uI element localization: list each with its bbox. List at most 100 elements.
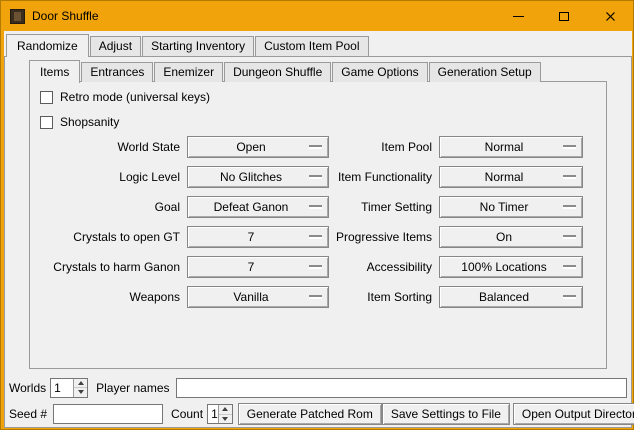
tab-generation-setup[interactable]: Generation Setup bbox=[429, 62, 541, 82]
logic-level-dropdown[interactable]: No Glitches bbox=[187, 166, 329, 188]
shopsanity-checkbox[interactable]: Shopsanity bbox=[40, 115, 119, 129]
tab-randomize[interactable]: Randomize bbox=[6, 34, 89, 57]
seed-row: Seed # Count 1 Generate Patched Rom Save… bbox=[9, 403, 628, 425]
option-row: Logic Level No Glitches Item Functionali… bbox=[30, 162, 606, 192]
progressive-items-dropdown[interactable]: On bbox=[439, 226, 583, 248]
dropdown-indicator-icon bbox=[563, 235, 576, 239]
worlds-row: Worlds 1 Player names bbox=[9, 377, 628, 398]
dropdown-indicator-icon bbox=[309, 205, 322, 209]
seed-label: Seed # bbox=[9, 407, 47, 421]
dropdown-indicator-icon bbox=[563, 265, 576, 269]
logic-level-label: Logic Level bbox=[30, 170, 180, 184]
goal-label: Goal bbox=[30, 200, 180, 214]
player-names-label: Player names bbox=[96, 381, 169, 395]
world-state-label: World State bbox=[30, 140, 180, 154]
app-icon bbox=[10, 9, 25, 24]
outer-tab-bar: Randomize Adjust Starting Inventory Cust… bbox=[6, 34, 370, 56]
world-state-dropdown[interactable]: Open bbox=[187, 136, 329, 158]
item-pool-dropdown[interactable]: Normal bbox=[439, 136, 583, 158]
options-grid: World State Open Item Pool Normal Logic … bbox=[30, 132, 606, 312]
player-names-input[interactable] bbox=[176, 378, 628, 398]
item-functionality-dropdown[interactable]: Normal bbox=[439, 166, 583, 188]
spin-up-button[interactable] bbox=[74, 379, 87, 388]
tab-dungeon-shuffle[interactable]: Dungeon Shuffle bbox=[224, 62, 331, 82]
item-sorting-value: Balanced bbox=[479, 290, 543, 304]
tab-starting-inventory[interactable]: Starting Inventory bbox=[142, 36, 254, 56]
window-title: Door Shuffle bbox=[32, 9, 99, 23]
maximize-icon bbox=[559, 12, 569, 21]
count-spinbox[interactable]: 1 bbox=[207, 404, 233, 424]
shopsanity-label: Shopsanity bbox=[60, 115, 119, 129]
randomize-pane: Items Entrances Enemizer Dungeon Shuffle… bbox=[4, 56, 632, 428]
progressive-items-value: On bbox=[496, 230, 526, 244]
goal-dropdown[interactable]: Defeat Ganon bbox=[187, 196, 329, 218]
timer-setting-label: Timer Setting bbox=[329, 200, 432, 214]
goal-value: Defeat Ganon bbox=[214, 200, 303, 214]
dropdown-indicator-icon bbox=[563, 205, 576, 209]
close-button[interactable] bbox=[587, 1, 633, 31]
option-row: World State Open Item Pool Normal bbox=[30, 132, 606, 162]
timer-setting-dropdown[interactable]: No Timer bbox=[439, 196, 583, 218]
logic-level-value: No Glitches bbox=[220, 170, 296, 184]
weapons-dropdown[interactable]: Vanilla bbox=[187, 286, 329, 308]
tab-items[interactable]: Items bbox=[29, 60, 80, 83]
option-row: Crystals to harm Ganon 7 Accessibility 1… bbox=[30, 252, 606, 282]
crystals-harm-ganon-label: Crystals to harm Ganon bbox=[30, 260, 180, 274]
weapons-value: Vanilla bbox=[233, 290, 282, 304]
checkbox-box bbox=[40, 116, 53, 129]
seed-input[interactable] bbox=[53, 404, 163, 424]
weapons-label: Weapons bbox=[30, 290, 180, 304]
dropdown-indicator-icon bbox=[309, 235, 322, 239]
dropdown-indicator-icon bbox=[563, 295, 576, 299]
app-window: Door Shuffle Randomize Adjust Starting I… bbox=[0, 0, 634, 430]
arrow-up-icon bbox=[78, 381, 84, 385]
crystals-open-gt-dropdown[interactable]: 7 bbox=[187, 226, 329, 248]
item-functionality-value: Normal bbox=[485, 170, 538, 184]
retro-mode-label: Retro mode (universal keys) bbox=[60, 90, 210, 104]
crystals-harm-ganon-value: 7 bbox=[248, 260, 269, 274]
dropdown-indicator-icon bbox=[563, 175, 576, 179]
tab-adjust[interactable]: Adjust bbox=[90, 36, 141, 56]
spin-down-button[interactable] bbox=[74, 387, 87, 397]
item-sorting-dropdown[interactable]: Balanced bbox=[439, 286, 583, 308]
option-row: Weapons Vanilla Item Sorting Balanced bbox=[30, 282, 606, 312]
tab-custom-item-pool[interactable]: Custom Item Pool bbox=[255, 36, 368, 56]
crystals-open-gt-value: 7 bbox=[248, 230, 269, 244]
spinner-buttons bbox=[218, 405, 232, 423]
worlds-label: Worlds bbox=[9, 381, 46, 395]
spin-down-button[interactable] bbox=[219, 414, 232, 424]
crystals-harm-ganon-dropdown[interactable]: 7 bbox=[187, 256, 329, 278]
arrow-down-icon bbox=[222, 417, 228, 421]
window-controls bbox=[495, 1, 633, 31]
spinner-buttons bbox=[73, 379, 87, 397]
accessibility-value: 100% Locations bbox=[461, 260, 560, 274]
dropdown-indicator-icon bbox=[563, 145, 576, 149]
save-settings-button[interactable]: Save Settings to File bbox=[382, 403, 510, 425]
generate-patched-rom-button[interactable]: Generate Patched Rom bbox=[238, 403, 382, 425]
titlebar[interactable]: Door Shuffle bbox=[1, 1, 633, 31]
worlds-spinbox[interactable]: 1 bbox=[50, 378, 88, 398]
option-row: Crystals to open GT 7 Progressive Items … bbox=[30, 222, 606, 252]
tab-enemizer[interactable]: Enemizer bbox=[154, 62, 223, 82]
worlds-spinbox-value: 1 bbox=[51, 379, 73, 397]
item-pool-value: Normal bbox=[485, 140, 538, 154]
dropdown-indicator-icon bbox=[309, 145, 322, 149]
open-output-directory-button[interactable]: Open Output Directory bbox=[513, 403, 634, 425]
dropdown-indicator-icon bbox=[309, 175, 322, 179]
tab-game-options[interactable]: Game Options bbox=[332, 62, 427, 82]
maximize-button[interactable] bbox=[541, 1, 587, 31]
minimize-icon bbox=[513, 16, 524, 17]
checkbox-box bbox=[40, 91, 53, 104]
client-area: Randomize Adjust Starting Inventory Cust… bbox=[4, 31, 632, 428]
close-icon bbox=[605, 11, 616, 22]
retro-mode-checkbox[interactable]: Retro mode (universal keys) bbox=[40, 90, 210, 104]
spin-up-button[interactable] bbox=[219, 405, 232, 414]
tab-entrances[interactable]: Entrances bbox=[81, 62, 153, 82]
accessibility-dropdown[interactable]: 100% Locations bbox=[439, 256, 583, 278]
dropdown-indicator-icon bbox=[309, 265, 322, 269]
item-pool-label: Item Pool bbox=[329, 140, 432, 154]
minimize-button[interactable] bbox=[495, 1, 541, 31]
crystals-open-gt-label: Crystals to open GT bbox=[30, 230, 180, 244]
inner-tab-bar: Items Entrances Enemizer Dungeon Shuffle… bbox=[29, 60, 542, 82]
items-pane: Retro mode (universal keys) Shopsanity W… bbox=[29, 81, 607, 369]
